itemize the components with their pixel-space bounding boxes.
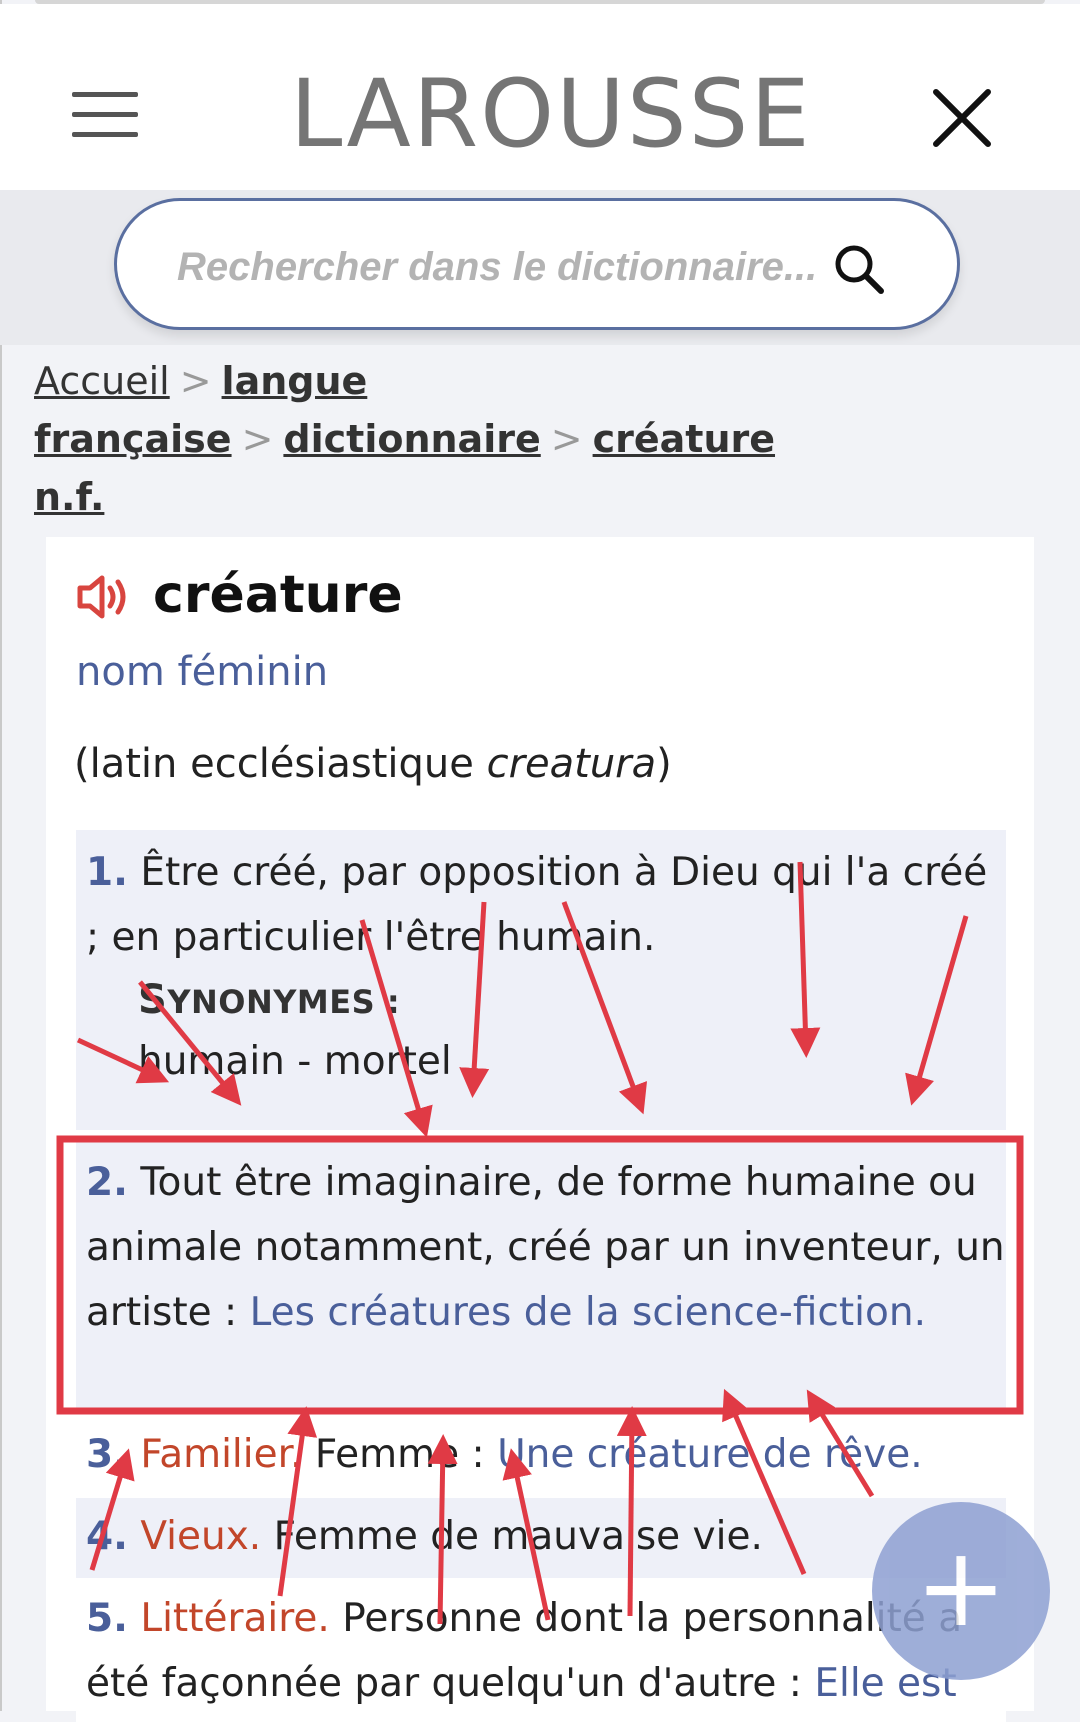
definition-register: Vieux. [127, 1514, 262, 1559]
definition-2: 2. Tout être imaginaire, de forme humain… [76, 1140, 1006, 1408]
etymology-prefix: (latin ecclésiastique [74, 741, 487, 787]
add-floating-button[interactable]: + [872, 1502, 1050, 1680]
plus-icon: + [914, 1523, 1008, 1651]
breadcrumb-home[interactable]: Accueil [34, 359, 170, 403]
etymology-word: creatura [486, 741, 657, 787]
search-placeholder: Rechercher dans le dictionnaire... [177, 245, 817, 289]
definition-text: Femme de mauvaise vie. [261, 1514, 763, 1559]
definition-example: Une créature de rêve. [497, 1432, 923, 1477]
definition-3: 3. Familier. Femme : Une créature de rêv… [76, 1418, 1006, 1496]
breadcrumb-separator: > [179, 359, 212, 403]
definition-number: 3. [86, 1432, 128, 1477]
definition-5: 5. Littéraire. Personne dont la personna… [76, 1582, 1006, 1722]
breadcrumb-separator: > [241, 417, 274, 461]
definition-text: Femme : [302, 1432, 498, 1477]
etymology: (latin ecclésiastique creatura) [74, 734, 672, 794]
definition-register: Littéraire. [127, 1596, 330, 1641]
breadcrumb-creature[interactable]: créature [593, 417, 775, 461]
breadcrumb-separator: > [550, 417, 583, 461]
site-header: LAROUSSE [0, 4, 1080, 190]
definition-number: 5. [86, 1596, 128, 1641]
definition-number: 1. [86, 850, 128, 895]
synonyms-title-rest: YNONYMES : [167, 983, 401, 1021]
close-icon[interactable] [928, 84, 996, 152]
search-icon[interactable] [831, 241, 887, 297]
search-input[interactable]: Rechercher dans le dictionnaire... [114, 198, 960, 330]
breadcrumb-dictionnaire[interactable]: dictionnaire [283, 417, 540, 461]
breadcrumb-nf[interactable]: n.f. [34, 475, 104, 519]
definition-example: Les créatures de la science-fiction. [249, 1290, 926, 1335]
definition-number: 4. [86, 1514, 128, 1559]
synonyms-title: SYNONYMES : [138, 970, 1006, 1032]
synonyms-list: humain - mortel [138, 1039, 452, 1084]
hamburger-menu-icon[interactable] [72, 92, 138, 138]
part-of-speech: nom féminin [76, 649, 329, 695]
definition-register: Familier. [127, 1432, 303, 1477]
definition-4: 4. Vieux. Femme de mauvaise vie. [76, 1498, 1006, 1578]
definition-text: Être créé, par opposition à Dieu qui l'a… [86, 850, 988, 960]
site-logo[interactable]: LAROUSSE [290, 60, 810, 170]
synonyms-title-initial: S [138, 977, 168, 1023]
etymology-suffix: ) [656, 741, 672, 787]
synonyms-block: SYNONYMES : humain - mortel [138, 970, 1006, 1092]
speaker-icon[interactable] [76, 572, 134, 622]
definition-1: 1. Être créé, par opposition à Dieu qui … [76, 830, 1006, 1130]
definition-number: 2. [86, 1160, 128, 1205]
breadcrumb: Accueil > langue française > dictionnaire > cr… [34, 352, 1044, 519]
entry-word: créature [153, 565, 403, 625]
